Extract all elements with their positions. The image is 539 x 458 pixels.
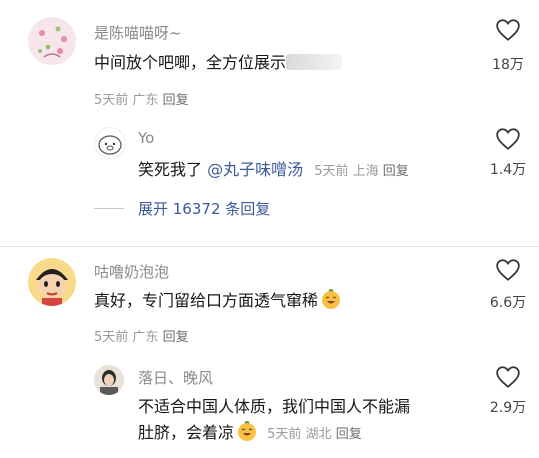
- reply-meta: 5天前 湖北 回复: [267, 427, 362, 442]
- like-button[interactable]: 18万: [478, 18, 538, 74]
- reply-button[interactable]: 回复: [383, 164, 409, 179]
- reply-location: 湖北: [305, 427, 332, 442]
- reply-button[interactable]: 回复: [163, 330, 189, 345]
- comment-location: 广东: [132, 330, 159, 345]
- like-button[interactable]: 6.6万: [478, 258, 538, 312]
- comment-username[interactable]: 是陈喵喵呀~: [94, 22, 182, 43]
- avatar[interactable]: [94, 127, 126, 159]
- reply-button[interactable]: 回复: [163, 93, 189, 108]
- expand-line: [94, 208, 124, 209]
- mention-link[interactable]: @丸子味噌汤: [207, 160, 303, 179]
- comment-text: 中间放个吧唧，全方位展示: [94, 50, 343, 76]
- avatar-image: [28, 258, 76, 306]
- comment-location: 广东: [132, 93, 159, 108]
- like-count: 1.4万: [489, 162, 527, 178]
- reply-button[interactable]: 回复: [336, 427, 362, 442]
- comment-text: 真好，专门留给口方面透气窜稀: [94, 288, 342, 314]
- reply-text-line-wrap: 肚脐，会着凉 5天前 湖北 回复: [138, 420, 478, 448]
- heart-icon: [496, 259, 520, 281]
- comment-text-body: 真好，专门留给口方面透气窜稀: [94, 291, 319, 310]
- avatar[interactable]: [28, 258, 76, 306]
- comment-meta: 5天前 广东 回复: [94, 326, 189, 345]
- comment-divider: [0, 246, 539, 247]
- reply-text-line: 肚脐，会着凉: [138, 423, 235, 442]
- reply-time: 5天前: [267, 427, 302, 442]
- heart-icon: [496, 128, 520, 150]
- reply-meta: 5天前 上海 回复: [314, 164, 409, 179]
- comment-text-body: 中间放个吧唧，全方位展示: [94, 53, 287, 72]
- reply-text: 不适合中国人体质，我们中国人不能漏 肚脐，会着凉 5天前 湖北 回复: [138, 394, 478, 448]
- avatar[interactable]: [94, 365, 124, 395]
- comment-time: 5天前: [94, 93, 129, 108]
- laughing-emoji-icon: [322, 289, 341, 309]
- reply-text-body: 笑死我了: [138, 160, 208, 179]
- blurred-text: [286, 54, 343, 70]
- comment-username[interactable]: 咕噜奶泡泡: [94, 261, 169, 282]
- comment-time: 5天前: [94, 330, 129, 345]
- reply-time: 5天前: [314, 164, 349, 179]
- like-count: 2.9万: [489, 400, 527, 416]
- expand-replies-button[interactable]: 展开 16372 条回复: [138, 198, 270, 219]
- like-button[interactable]: 1.4万: [478, 127, 538, 179]
- like-count: 6.6万: [489, 295, 527, 311]
- comment-meta: 5天前 广东 回复: [94, 89, 189, 108]
- avatar-image: [28, 17, 76, 65]
- laughing-emoji-icon: [238, 421, 257, 441]
- reply-text: 笑死我了 @丸子味噌汤 5天前 上海 回复: [138, 157, 409, 185]
- reply-location: 上海: [352, 164, 379, 179]
- avatar[interactable]: [28, 17, 76, 65]
- like-button[interactable]: 2.9万: [478, 365, 538, 417]
- reply-username[interactable]: 落日、晚风: [138, 367, 213, 388]
- heart-icon: [496, 366, 520, 388]
- heart-icon: [496, 19, 520, 41]
- reply-text-line: 不适合中国人体质，我们中国人不能漏: [138, 397, 411, 416]
- reply-username[interactable]: Yo: [138, 129, 154, 147]
- avatar-image: [98, 135, 122, 155]
- like-count: 18万: [492, 57, 524, 73]
- avatar-image: [94, 365, 124, 395]
